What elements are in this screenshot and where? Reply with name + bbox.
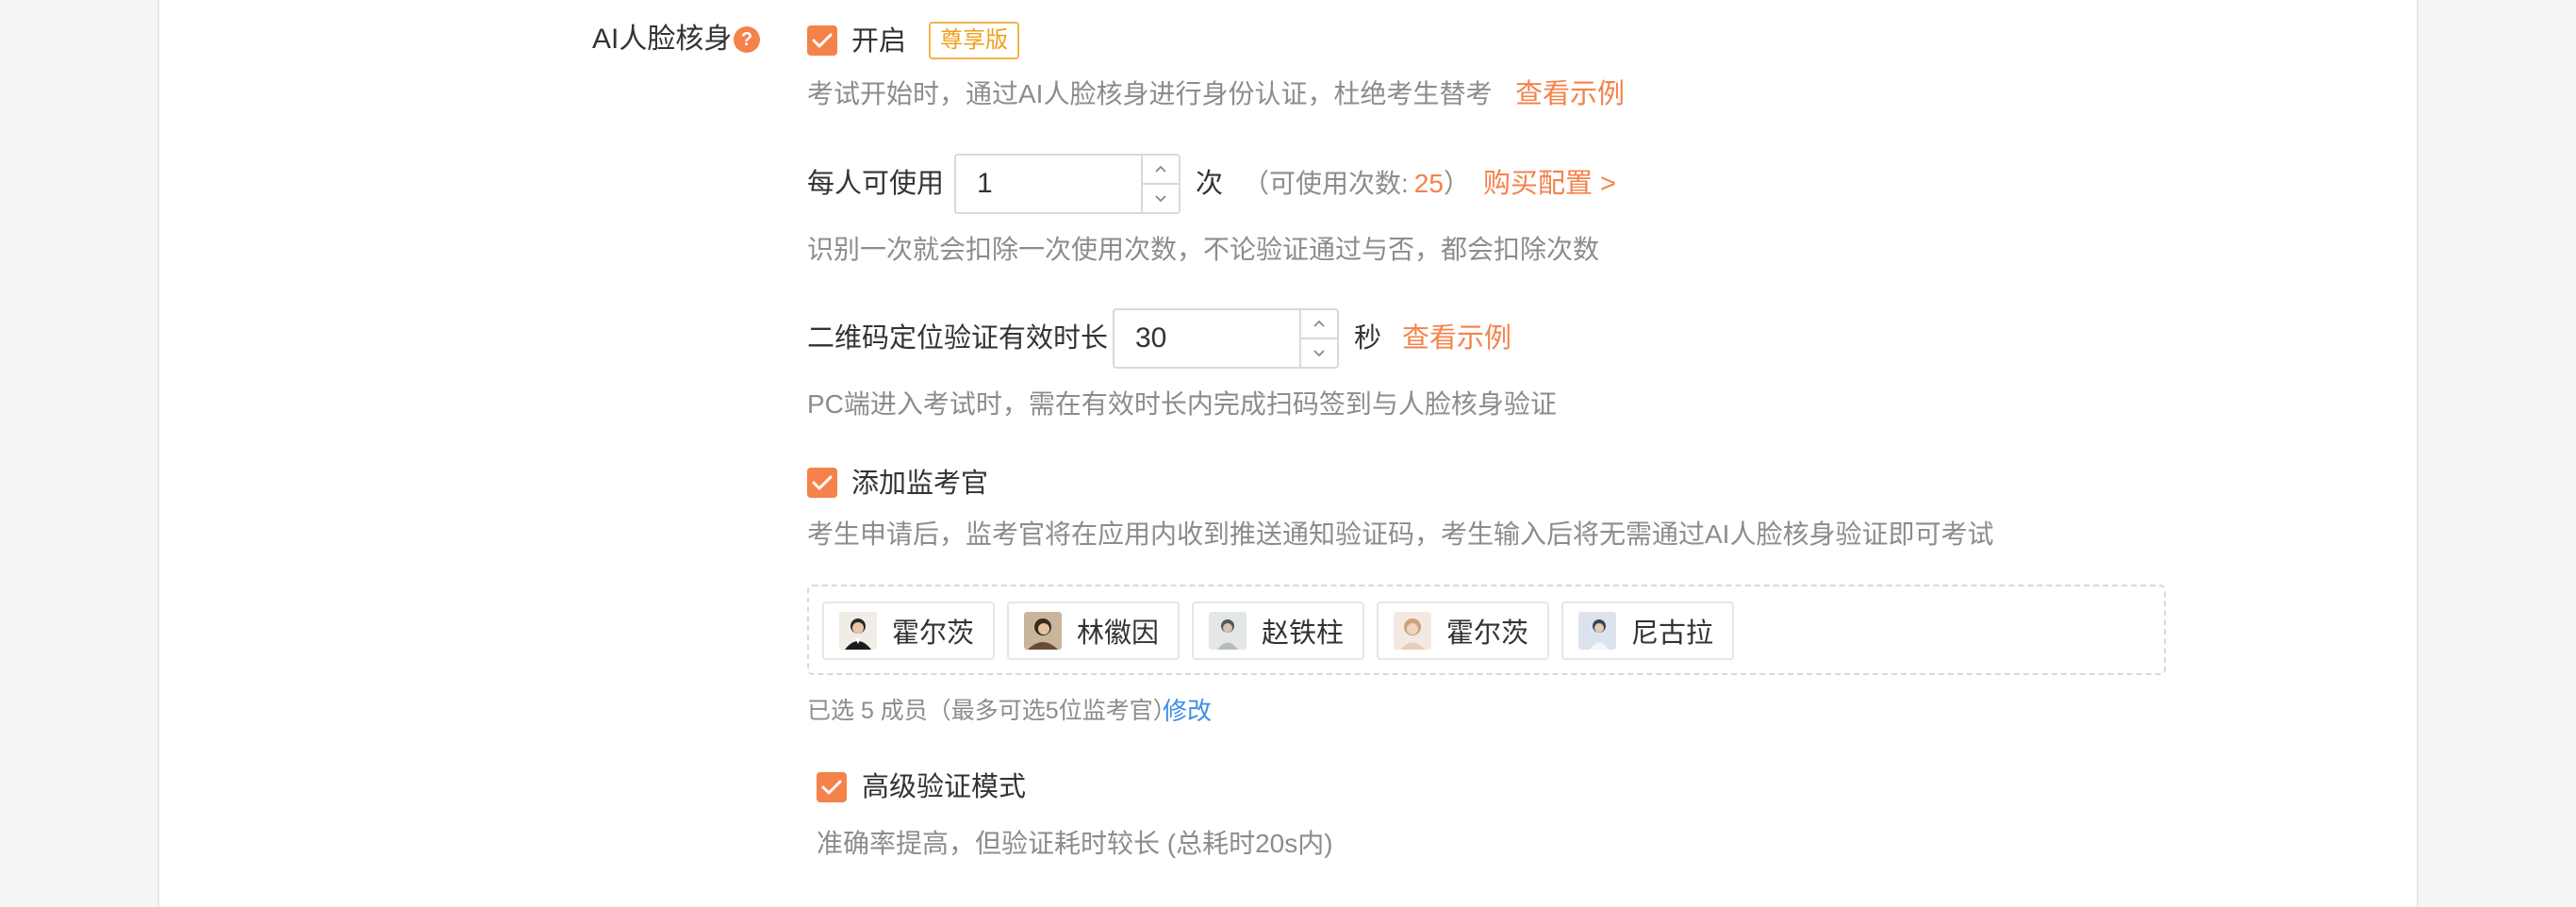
proctor-name: 霍尔茨 — [892, 618, 975, 649]
section-label: AI人脸核身 — [592, 24, 733, 55]
proctor-chip[interactable]: 尼古拉 — [1561, 602, 1735, 660]
proctor-name: 尼古拉 — [1631, 618, 1714, 649]
enable-description: 考试开始时，通过AI人脸核身进行身份认证，杜绝考生替考 — [807, 79, 1493, 108]
modify-link[interactable]: 修改 — [1163, 694, 1212, 728]
chevron-down-icon — [1155, 195, 1166, 203]
per-person-stepper[interactable]: 1 — [954, 154, 1181, 214]
qr-duration-value[interactable]: 30 — [1115, 310, 1299, 367]
per-person-description: 识别一次就会扣除一次使用次数，不论验证通过与否，都会扣除次数 — [807, 235, 1600, 264]
view-example-link[interactable]: 查看示例 — [1515, 75, 1625, 113]
proctor-chip[interactable]: 霍尔茨 — [822, 602, 996, 660]
buy-config-link[interactable]: 购买配置 > — [1483, 165, 1616, 203]
proctor-chip[interactable]: 林徽因 — [1007, 602, 1181, 660]
available-count: 25 — [1413, 169, 1444, 198]
increment-button[interactable] — [1143, 156, 1179, 183]
proctor-label: 添加监考官 — [851, 469, 989, 499]
enable-label: 开启 — [851, 26, 907, 57]
help-icon[interactable]: ? — [734, 26, 760, 53]
per-person-label: 每人可使用 — [807, 169, 945, 199]
qr-duration-stepper[interactable]: 30 — [1113, 308, 1339, 369]
avatar — [1578, 612, 1616, 650]
available-suffix: ） — [1443, 169, 1470, 198]
per-person-unit: 次 — [1196, 169, 1224, 199]
proctor-name: 赵铁柱 — [1262, 618, 1345, 649]
proctor-chip[interactable]: 赵铁柱 — [1192, 602, 1365, 660]
available-prefix: （可使用次数: — [1243, 169, 1409, 198]
proctor-name: 霍尔茨 — [1446, 618, 1529, 649]
per-person-value[interactable]: 1 — [956, 156, 1141, 212]
advanced-label: 高级验证模式 — [862, 772, 1027, 802]
proctor-chip[interactable]: 霍尔茨 — [1377, 602, 1550, 660]
qr-duration-label: 二维码定位验证有效时长 — [807, 323, 1109, 354]
available-count-text: （可使用次数: 25 ） — [1243, 165, 1470, 203]
enable-checkbox[interactable] — [807, 25, 837, 56]
proctor-description: 考生申请后，监考官将在应用内收到推送通知验证码，考生输入后将无需通过AI人脸核身… — [807, 519, 1994, 549]
selected-info: 已选 5 成员（最多可选5位监考官） — [807, 698, 1177, 724]
proctor-name: 林徽因 — [1077, 618, 1160, 649]
premium-badge: 尊享版 — [929, 22, 1019, 59]
checkmark-icon — [812, 33, 833, 48]
chevron-up-icon — [1313, 320, 1325, 327]
proctor-checkbox[interactable] — [807, 468, 837, 498]
avatar — [1394, 612, 1431, 650]
checkmark-icon — [821, 780, 842, 795]
decrement-button[interactable] — [1301, 338, 1337, 367]
qr-duration-unit: 秒 — [1354, 323, 1382, 354]
avatar — [1209, 612, 1247, 650]
settings-panel — [157, 0, 2419, 907]
avatar — [839, 612, 877, 650]
proctor-selection-box[interactable]: 霍尔茨 林徽因 赵铁柱 霍尔茨 尼古拉 — [807, 585, 2166, 675]
decrement-button[interactable] — [1143, 183, 1179, 212]
avatar — [1024, 612, 1062, 650]
advanced-description: 准确率提高，但验证耗时较长 (总耗时20s内) — [817, 829, 1333, 858]
qr-example-link[interactable]: 查看示例 — [1402, 320, 1511, 357]
increment-button[interactable] — [1301, 310, 1337, 338]
checkmark-icon — [812, 475, 833, 490]
advanced-checkbox[interactable] — [817, 772, 847, 802]
qr-description: PC端进入考试时，需在有效时长内完成扫码签到与人脸核身验证 — [807, 389, 1557, 419]
chevron-up-icon — [1155, 165, 1166, 173]
chevron-down-icon — [1313, 350, 1325, 357]
